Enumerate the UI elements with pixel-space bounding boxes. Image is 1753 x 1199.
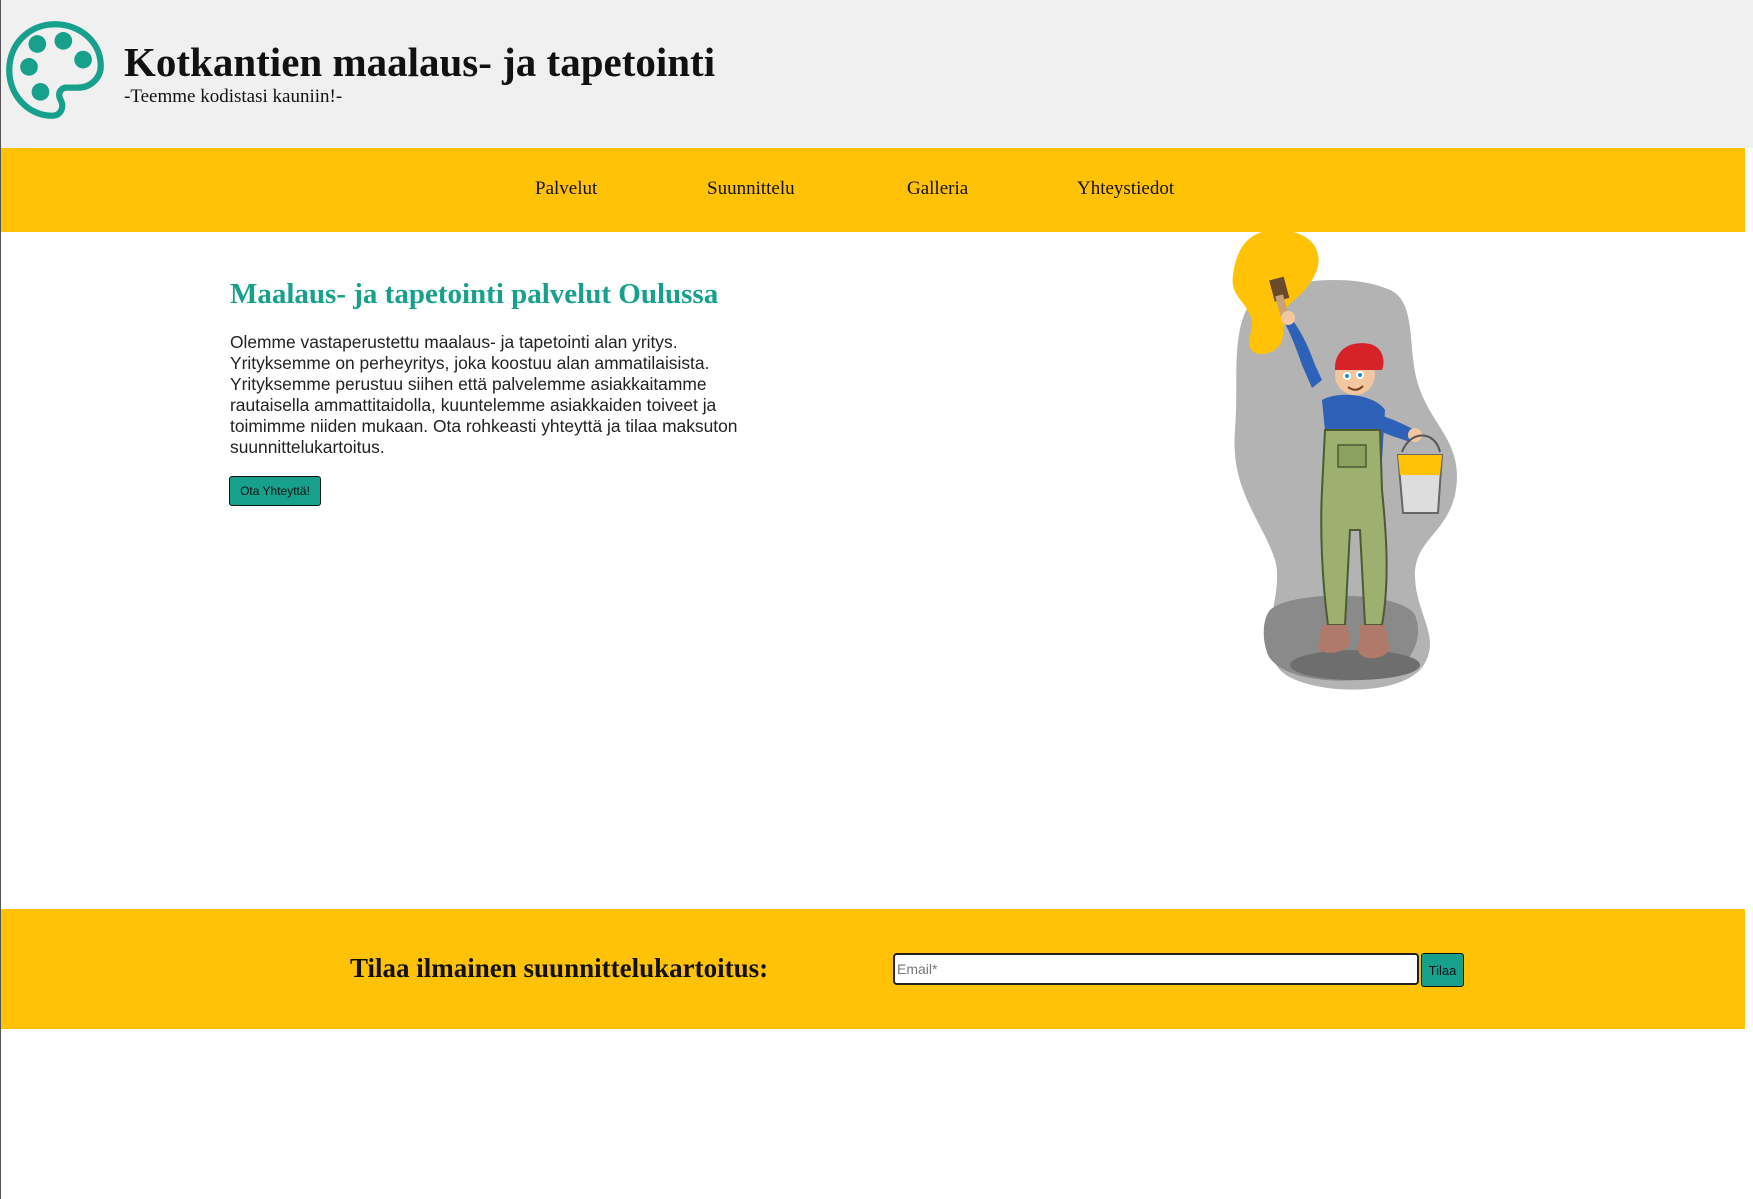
signup-band: Tilaa ilmainen suunnittelukartoitus: Til… (1, 909, 1745, 1029)
main-navigation: Palvelut Suunnittelu Galleria Yhteystied… (1, 148, 1745, 232)
contact-button[interactable]: Ota Yhteyttä! (229, 476, 321, 506)
painter-illustration (1232, 230, 1457, 690)
site-title: Kotkantien maalaus- ja tapetointi (124, 39, 716, 85)
email-field[interactable] (893, 953, 1419, 985)
order-button[interactable]: Tilaa (1421, 953, 1464, 987)
nav-item-yhteystiedot[interactable]: Yhteystiedot (1077, 178, 1174, 200)
palette-icon[interactable] (3, 18, 107, 122)
nav-item-galleria[interactable]: Galleria (907, 178, 968, 200)
hero-heading: Maalaus- ja tapetointi palvelut Oulussa (230, 278, 719, 310)
site-header: Kotkantien maalaus- ja tapetointi -Teemm… (1, 0, 1753, 148)
hero-paragraph: Olemme vastaperustettu maalaus- ja tapet… (230, 332, 738, 457)
nav-item-palvelut[interactable]: Palvelut (535, 178, 597, 200)
signup-label: Tilaa ilmainen suunnittelukartoitus: (350, 953, 769, 983)
site-tagline: -Teemme kodistasi kauniin!- (124, 86, 343, 107)
nav-item-suunnittelu[interactable]: Suunnittelu (707, 178, 795, 200)
